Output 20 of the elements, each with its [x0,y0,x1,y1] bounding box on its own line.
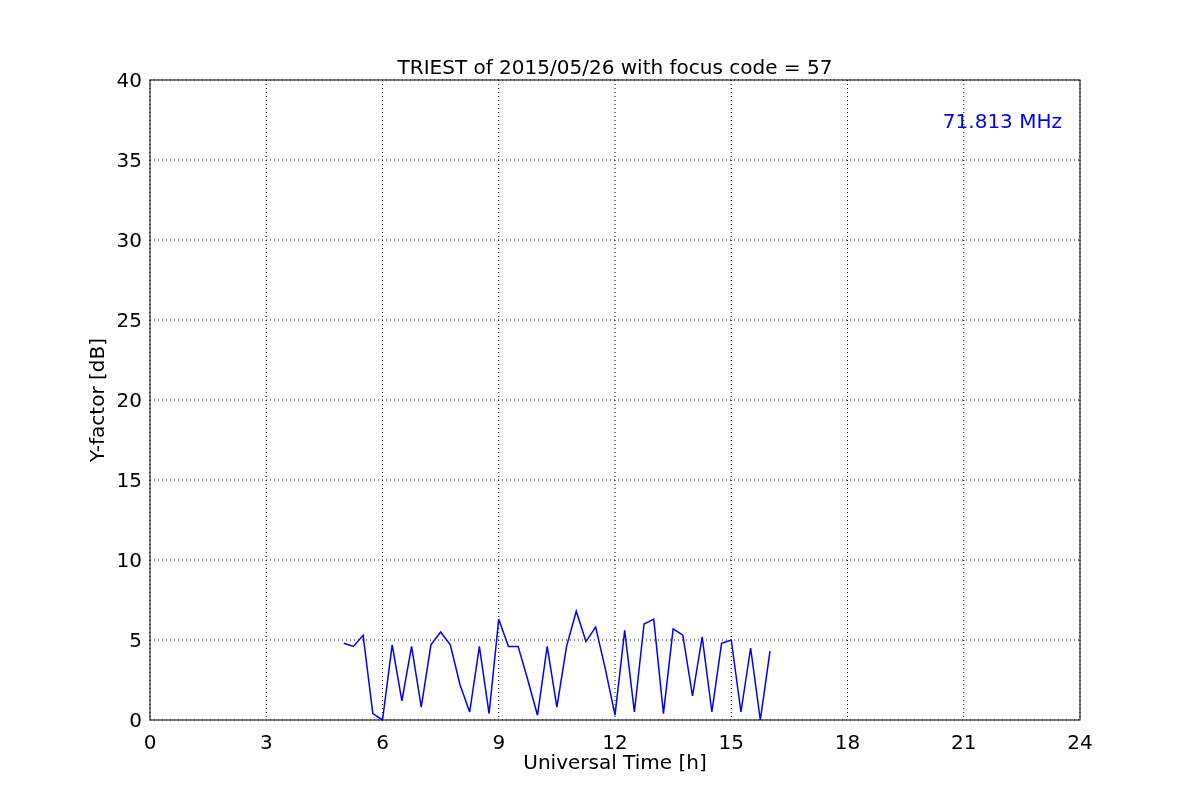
x-tick-label: 21 [951,730,977,754]
y-tick-label: 5 [129,628,142,652]
x-tick-label: 18 [834,730,861,754]
y-tick-label: 15 [116,468,142,492]
y-tick-label: 20 [116,388,142,412]
x-tick-label: 6 [376,730,389,754]
x-tick-label: 24 [1067,730,1093,754]
y-tick-label: 35 [116,148,142,172]
y-tick-label: 25 [116,308,142,332]
y-axis-label: Y-factor [dB] [85,338,109,462]
y-tick-label: 30 [116,228,142,252]
y-tick-label: 10 [116,548,142,572]
x-tick-label: 3 [259,730,273,754]
y-tick-label: 40 [116,68,142,92]
x-tick-label: 0 [143,730,157,754]
y-tick-label: 0 [129,708,142,732]
x-tick-label: 15 [718,730,744,754]
chart-title: TRIEST of 2015/05/26 with focus code = 57 [397,55,833,79]
series-label: 71.813 MHz [942,109,1062,133]
x-tick-label: 9 [492,730,506,754]
